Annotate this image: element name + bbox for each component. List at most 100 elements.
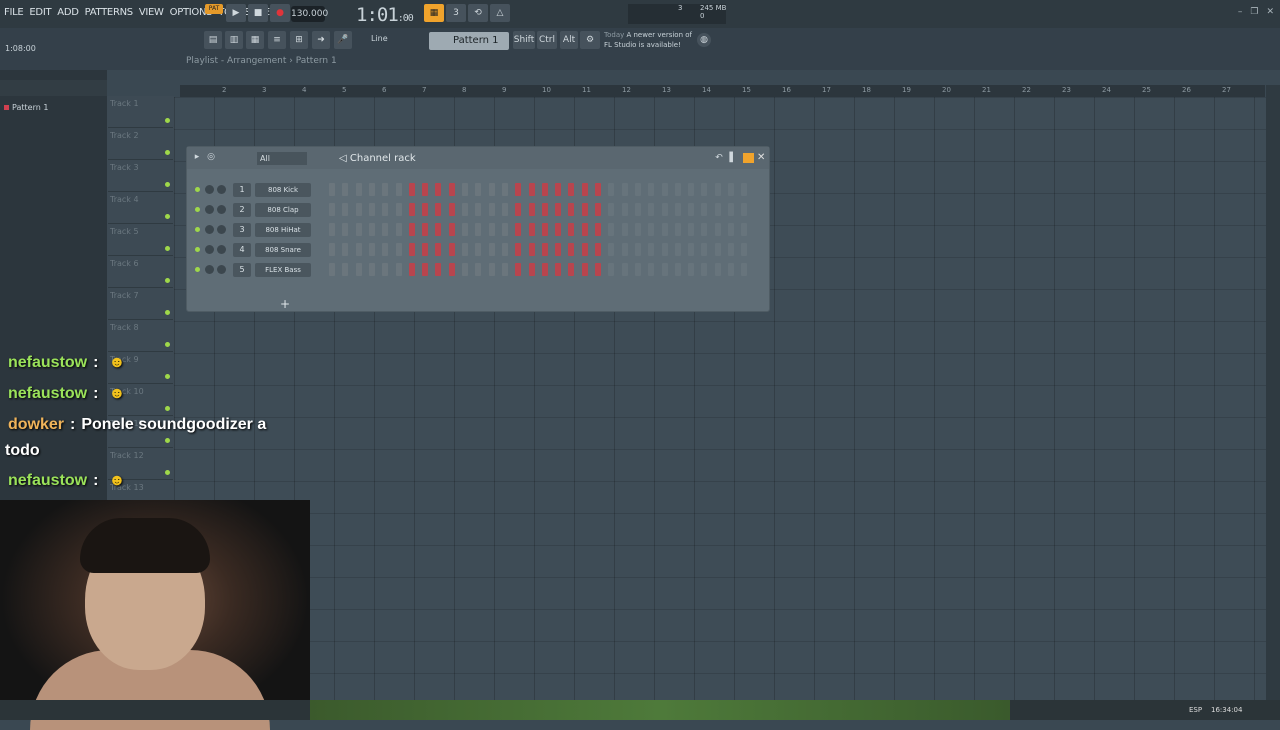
step-button[interactable] [661, 263, 668, 276]
step-button[interactable] [395, 203, 402, 216]
channel-volume-knob[interactable] [217, 245, 226, 254]
channel-mute-led[interactable] [195, 207, 200, 212]
step-button[interactable] [342, 203, 349, 216]
step-button[interactable] [741, 243, 748, 256]
track-mute-led[interactable] [165, 214, 170, 219]
step-button[interactable] [329, 223, 335, 236]
globe-button[interactable]: ◍ [697, 33, 711, 47]
step-button[interactable] [368, 203, 375, 216]
step-button[interactable] [688, 263, 695, 276]
step-button[interactable] [714, 183, 721, 196]
step-button[interactable] [528, 243, 535, 256]
step-button[interactable] [714, 203, 721, 216]
step-button[interactable] [581, 243, 588, 256]
tempo-display[interactable]: 130.000 [291, 6, 328, 22]
step-button[interactable] [462, 183, 468, 196]
shift-key[interactable]: Shift [513, 31, 535, 49]
step-button[interactable] [515, 263, 522, 276]
step-button[interactable] [462, 263, 468, 276]
menu-view[interactable]: VIEW [139, 7, 164, 18]
step-button[interactable] [608, 223, 615, 236]
step-button[interactable] [488, 223, 495, 236]
step-button[interactable] [435, 223, 442, 236]
channel-mixer-track[interactable]: 1 [233, 183, 251, 197]
menu-edit[interactable]: EDIT [29, 7, 51, 18]
step-button[interactable] [701, 223, 708, 236]
add-channel-button[interactable]: + [280, 297, 290, 311]
step-button[interactable] [395, 263, 402, 276]
step-button[interactable] [355, 203, 362, 216]
step-button[interactable] [382, 263, 389, 276]
step-button[interactable] [634, 263, 641, 276]
stop-button[interactable]: ■ [248, 4, 268, 22]
step-button[interactable] [408, 203, 415, 216]
rack-menu-arrow[interactable]: ▸ [191, 151, 203, 163]
vertical-scrollbar[interactable] [1266, 85, 1280, 705]
step-button[interactable] [648, 183, 655, 196]
step-button[interactable] [541, 243, 548, 256]
step-button[interactable] [448, 243, 455, 256]
step-button[interactable] [329, 243, 335, 256]
step-button[interactable] [555, 203, 562, 216]
step-button[interactable] [634, 223, 641, 236]
channel-name-button[interactable]: 808 Snare [255, 243, 311, 257]
step-button[interactable] [568, 183, 575, 196]
step-button[interactable] [741, 223, 748, 236]
step-button[interactable] [488, 183, 495, 196]
rack-step-view-button[interactable] [743, 153, 754, 163]
track-header[interactable]: Track 3 [108, 160, 173, 192]
step-button[interactable] [714, 243, 721, 256]
menu-add[interactable]: ADD [57, 7, 79, 18]
track-mute-led[interactable] [165, 118, 170, 123]
step-button[interactable] [634, 183, 641, 196]
step-button[interactable] [329, 263, 335, 276]
step-button[interactable] [648, 203, 655, 216]
step-button[interactable] [701, 183, 708, 196]
step-button[interactable] [368, 243, 375, 256]
channel-filter[interactable]: All [257, 152, 307, 165]
step-button[interactable] [462, 203, 468, 216]
step-button[interactable] [475, 223, 482, 236]
step-button[interactable] [568, 203, 575, 216]
step-button[interactable] [329, 203, 335, 216]
step-button[interactable] [501, 183, 508, 196]
channel-volume-knob[interactable] [217, 265, 226, 274]
step-button[interactable] [701, 263, 708, 276]
step-button[interactable] [674, 223, 681, 236]
step-button[interactable] [355, 183, 362, 196]
step-button[interactable] [728, 183, 734, 196]
timeline-ruler[interactable]: 2 3 4 5 6 7 8 9 10 11 12 13 14 15 16 17 18 19 20 21 22 23 24 25… [180, 85, 1265, 97]
step-button[interactable] [408, 263, 415, 276]
track-header[interactable]: Track 2 [108, 128, 173, 160]
step-button[interactable] [741, 183, 748, 196]
channel-volume-knob[interactable] [217, 205, 226, 214]
channel-name-button[interactable]: 808 HiHat [255, 223, 311, 237]
pattern-song-toggle[interactable]: PAT [205, 4, 223, 14]
step-button[interactable] [541, 223, 548, 236]
step-button[interactable] [634, 203, 641, 216]
step-button[interactable] [355, 243, 362, 256]
step-button[interactable] [448, 223, 455, 236]
step-button[interactable] [555, 263, 562, 276]
channel-pan-knob[interactable] [205, 185, 214, 194]
track-header[interactable]: Track 8 [108, 320, 173, 352]
step-button[interactable] [488, 243, 495, 256]
step-button[interactable] [342, 223, 349, 236]
countdown-button[interactable]: 3 [446, 4, 466, 22]
step-button[interactable] [422, 243, 429, 256]
step-button[interactable] [621, 223, 628, 236]
step-button[interactable] [688, 203, 695, 216]
step-button[interactable] [555, 223, 562, 236]
step-button[interactable] [342, 263, 349, 276]
track-header[interactable]: Track 5 [108, 224, 173, 256]
step-button[interactable] [448, 263, 455, 276]
ctrl-key[interactable]: Ctrl [537, 31, 557, 49]
step-button[interactable] [408, 183, 415, 196]
channel-name-button[interactable]: FLEX Bass [255, 263, 311, 277]
step-button[interactable] [661, 203, 668, 216]
typing-keyboard-button[interactable]: ▦ [424, 4, 444, 22]
channel-mute-led[interactable] [195, 227, 200, 232]
step-button[interactable] [568, 263, 575, 276]
track-mute-led[interactable] [165, 438, 170, 443]
track-header[interactable]: Track 7 [108, 288, 173, 320]
